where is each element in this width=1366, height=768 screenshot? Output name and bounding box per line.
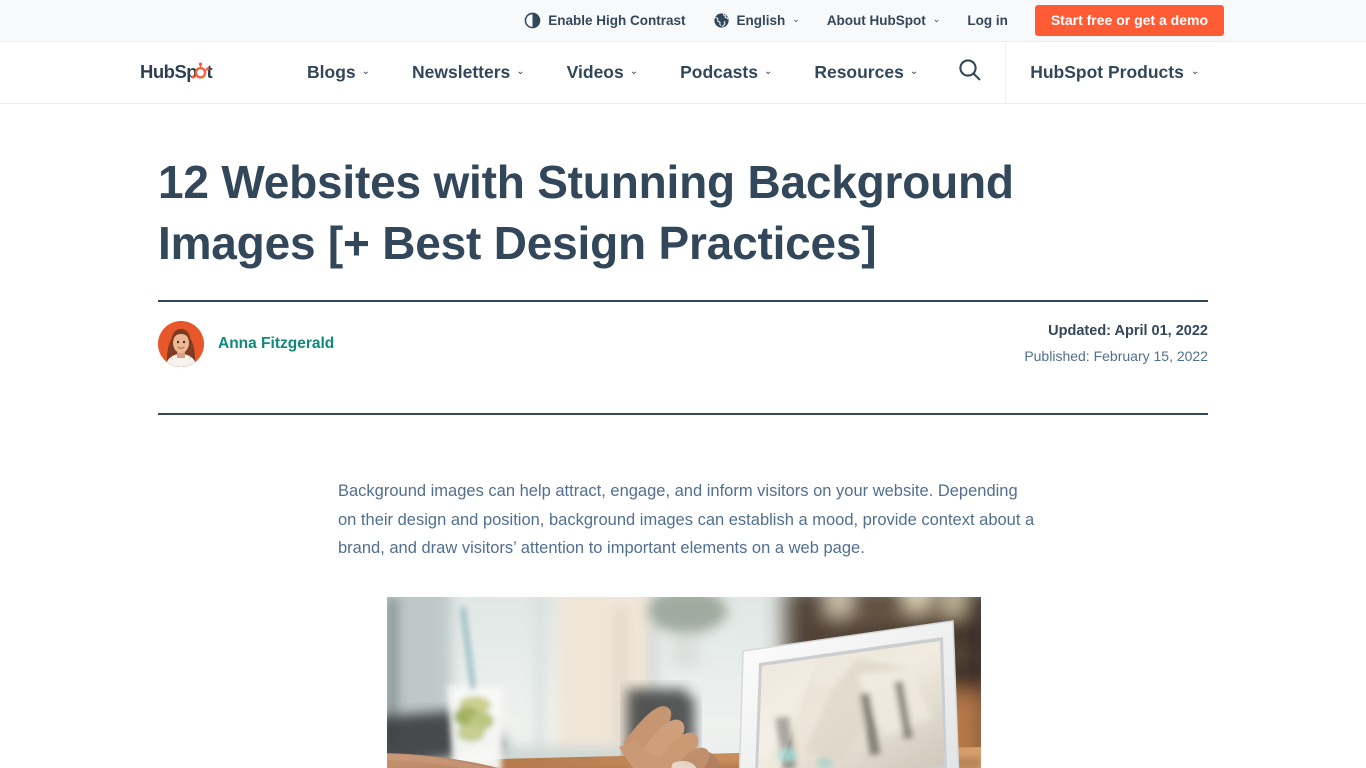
about-hubspot-label: About HubSpot	[826, 13, 926, 28]
nav-item-newsletters-label: Newsletters	[412, 62, 511, 82]
hero-image	[387, 596, 981, 768]
chevron-down-icon: ⌄	[909, 66, 919, 77]
language-selector[interactable]: English ⌄	[713, 12, 800, 29]
nav-links: Blogs ⌄ Newsletters ⌄ Videos ⌄ Podcasts …	[286, 62, 939, 83]
author-link[interactable]: Anna Fitzgerald	[158, 321, 335, 368]
published-date: Published: February 15, 2022	[1024, 348, 1208, 365]
main-navigation: HubSp t Blogs ⌄ Newsletters ⌄ Videos ⌄ P…	[0, 41, 1366, 104]
nav-item-hubspot-products[interactable]: HubSpot Products ⌄	[1006, 62, 1199, 83]
nav-item-podcasts[interactable]: Podcasts ⌄	[659, 62, 793, 83]
author-name: Anna Fitzgerald	[218, 335, 335, 353]
globe-icon	[713, 12, 730, 29]
article-dates: Updated: April 01, 2022 Published: Febru…	[1024, 321, 1208, 367]
nav-item-blogs[interactable]: Blogs ⌄	[286, 62, 391, 83]
enable-high-contrast-label: Enable High Contrast	[548, 13, 686, 28]
page-title: 12 Websites with Stunning Background Ima…	[158, 156, 1014, 269]
nav-item-newsletters[interactable]: Newsletters ⌄	[391, 62, 546, 83]
language-label: English	[736, 13, 786, 28]
about-hubspot-menu[interactable]: About HubSpot ⌄	[827, 13, 941, 28]
chevron-down-icon: ⌄	[792, 14, 800, 24]
login-link[interactable]: Log in	[967, 13, 1008, 28]
start-free-cta-button[interactable]: Start free or get a demo	[1034, 5, 1224, 36]
nav-item-videos-label: Videos	[566, 62, 624, 82]
chevron-down-icon: ⌄	[629, 66, 639, 77]
enable-high-contrast-toggle[interactable]: Enable High Contrast	[524, 12, 686, 29]
chevron-down-icon: ⌄	[361, 66, 371, 77]
chevron-down-icon: ⌄	[932, 14, 941, 24]
intro-paragraph: Background images can help attract, enga…	[338, 482, 1035, 558]
search-button[interactable]	[947, 57, 993, 88]
utility-bar-items: Enable High Contrast English ⌄ About Hub…	[524, 0, 1366, 41]
utility-bar: Enable High Contrast English ⌄ About Hub…	[0, 0, 1366, 41]
chevron-down-icon: ⌄	[763, 66, 773, 77]
chevron-down-icon: ⌄	[516, 66, 525, 77]
search-icon	[957, 57, 983, 88]
contrast-icon	[524, 12, 541, 29]
nav-item-hubspot-products-label: HubSpot Products	[1030, 62, 1184, 82]
nav-item-resources[interactable]: Resources ⌄	[793, 62, 939, 83]
updated-date: Updated: April 01, 2022	[1048, 323, 1208, 340]
article-header: 12 Websites with Stunning Background Ima…	[158, 104, 1208, 416]
nav-item-videos[interactable]: Videos ⌄	[546, 62, 659, 83]
svg-text:HubSp: HubSp	[140, 61, 197, 82]
nav-item-blogs-label: Blogs	[307, 62, 356, 82]
nav-item-podcasts-label: Podcasts	[680, 62, 758, 82]
hubspot-logo[interactable]: HubSp t	[140, 59, 234, 86]
nav-item-resources-label: Resources	[814, 62, 904, 82]
login-label: Log in	[967, 13, 1008, 28]
svg-text:t: t	[207, 61, 213, 82]
article-body: Background images can help attract, enga…	[0, 415, 1366, 768]
byline: Anna Fitzgerald Updated: April 01, 2022 …	[158, 302, 1208, 386]
chevron-down-icon: ⌄	[1190, 66, 1200, 77]
avatar	[158, 321, 204, 368]
